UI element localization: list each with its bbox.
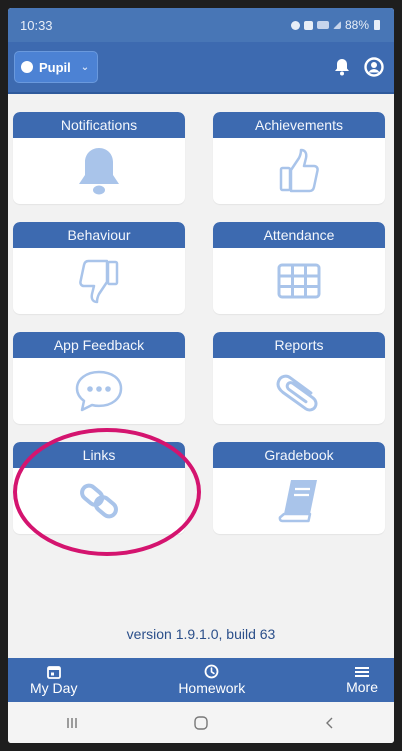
battery-percent: 88% (344, 18, 369, 32)
tile-header: Links (13, 442, 185, 468)
wifi-icon (316, 21, 329, 29)
status-bar: 10:33 88% (8, 8, 394, 42)
menu-icon (355, 666, 370, 677)
tile-gradebook[interactable]: Gradebook (213, 442, 385, 534)
system-nav-bar (8, 702, 394, 743)
pupil-selector[interactable]: Pupil ⌄ (14, 51, 99, 83)
back-icon[interactable] (323, 716, 337, 730)
book-icon (278, 480, 317, 523)
table-grid-icon (277, 263, 321, 299)
nav-label: Homework (178, 680, 246, 696)
chain-link-icon (80, 483, 118, 519)
bottom-nav: My Day Homework More (8, 658, 394, 702)
bell-icon[interactable] (334, 58, 350, 76)
bell-icon (79, 148, 119, 195)
paperclip-icon (276, 374, 318, 412)
nfc-icon (303, 20, 313, 30)
tile-attendance[interactable]: Attendance (213, 222, 385, 314)
calendar-icon (46, 665, 61, 679)
signal-icon (332, 21, 341, 29)
tile-header: Attendance (213, 222, 385, 248)
thumbs-up-icon (279, 148, 319, 193)
phone-screen: 10:33 88% Pupil ⌄ Notifications Achievem… (8, 8, 394, 743)
tile-header: Notifications (13, 112, 185, 138)
appbar-actions (334, 57, 384, 77)
recent-apps-icon[interactable] (65, 716, 79, 730)
alarm-icon (290, 20, 300, 30)
status-time: 10:33 (20, 17, 53, 33)
tile-behaviour[interactable]: Behaviour (13, 222, 185, 314)
clock-icon (204, 664, 219, 679)
tile-links[interactable]: Links (13, 442, 185, 534)
tile-header: App Feedback (13, 332, 185, 358)
status-icons: 88% (290, 18, 380, 32)
pupil-avatar-dot (21, 61, 33, 73)
tile-achievements[interactable]: Achievements (213, 112, 385, 204)
version-text: version 1.9.1.0, build 63 (126, 626, 276, 642)
nav-label: My Day (30, 679, 78, 696)
app-bar: Pupil ⌄ (8, 42, 394, 94)
account-icon[interactable] (364, 57, 384, 77)
tile-reports[interactable]: Reports (213, 332, 385, 424)
pupil-selector-label: Pupil (39, 59, 71, 75)
dashboard-grid: Notifications Achievements Behaviour Att… (13, 112, 387, 534)
tile-header: Behaviour (13, 222, 185, 248)
thumbs-down-icon (79, 259, 119, 304)
battery-icon (374, 20, 380, 30)
nav-label: More (346, 678, 378, 695)
nav-more[interactable]: More (346, 666, 378, 695)
tile-app-feedback[interactable]: App Feedback (13, 332, 185, 424)
tile-header: Gradebook (213, 442, 385, 468)
speech-bubble-icon (75, 370, 123, 412)
tile-header: Reports (213, 332, 385, 358)
nav-my-day[interactable]: My Day (30, 665, 77, 696)
nav-homework[interactable]: Homework (178, 664, 245, 696)
tile-header: Achievements (213, 112, 385, 138)
tile-notifications[interactable]: Notifications (13, 112, 185, 204)
chevron-down-icon: ⌄ (80, 61, 90, 73)
home-icon[interactable] (193, 715, 209, 731)
